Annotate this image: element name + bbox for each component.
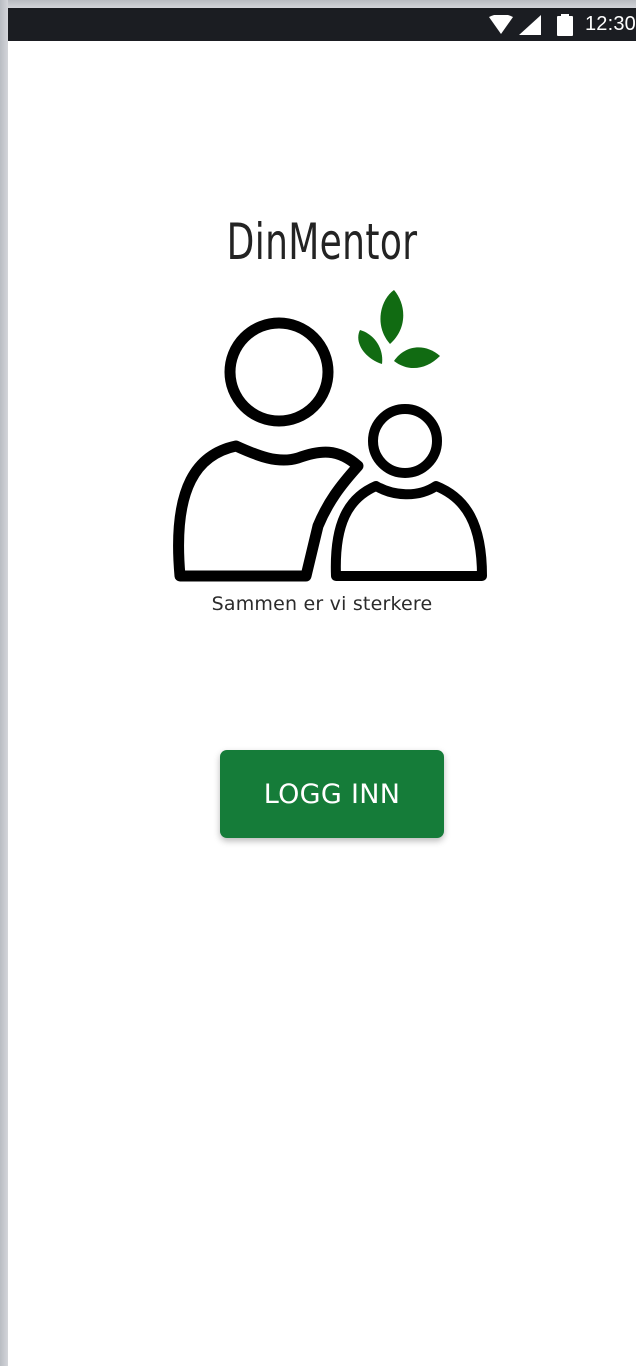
status-clock: 12:30	[584, 13, 636, 35]
mentor-mentee-logo	[173, 290, 487, 582]
app-screen: 12:30 DinMentor Sammen er vi sterkere LO…	[8, 8, 636, 1366]
tagline: Sammen er vi sterkere	[211, 593, 433, 615]
leaf-icon	[358, 290, 440, 369]
mentor-head-icon	[224, 317, 334, 427]
device-frame-top	[0, 0, 636, 8]
login-button[interactable]: LOGG INN	[220, 750, 444, 838]
device-frame-left	[0, 0, 8, 1366]
wifi-icon	[488, 14, 513, 34]
status-bar: 12:30	[8, 8, 636, 41]
mentee-body-icon	[330, 481, 487, 581]
battery-icon	[556, 13, 573, 36]
cellular-signal-icon	[518, 14, 541, 35]
app-title: DinMentor	[226, 213, 418, 271]
mentee-head-icon	[368, 404, 442, 478]
status-icons: 12:30	[488, 8, 636, 41]
